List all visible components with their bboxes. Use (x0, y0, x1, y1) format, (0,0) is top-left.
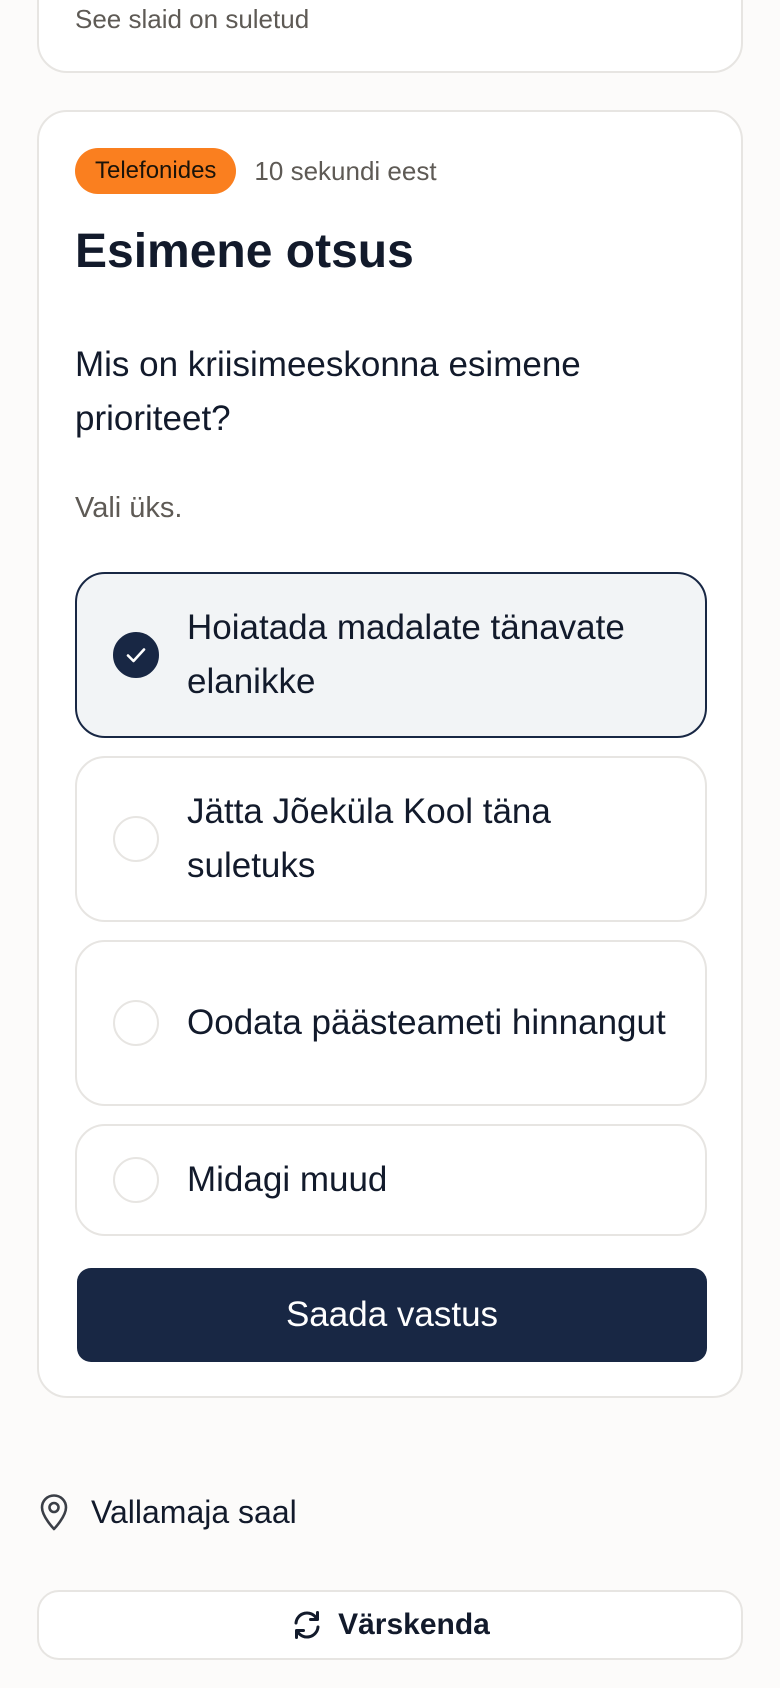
submit-answer-button[interactable]: Saada vastus (77, 1268, 707, 1362)
answer-option-label: Oodata päästeameti hinnangut (187, 1003, 666, 1042)
question-text: Mis on kriisimeeskonna esimene prioritee… (75, 345, 581, 438)
answer-option-label: Midagi muud (187, 1160, 388, 1199)
previous-slide-card: See slaid on suletud (37, 0, 743, 73)
page: See slaid on suletud Telefonides 10 seku… (0, 0, 780, 1688)
answer-option-label: Jätta Jõeküla Kool täna suletuks (187, 792, 551, 885)
status-badge: Telefonides (75, 148, 237, 194)
question-card: Telefonides 10 sekundi eest Esimene otsu… (37, 110, 743, 1398)
answer-option-4[interactable]: Midagi muud (75, 1124, 707, 1236)
answer-option-2[interactable]: Jätta Jõeküla Kool täna suletuks (75, 756, 707, 922)
slide-closed-text: See slaid on suletud (75, 4, 310, 34)
question-meta: Telefonides 10 sekundi eest (75, 148, 437, 194)
refresh-label: Värskenda (338, 1608, 490, 1641)
location-row: Vallamaja saal (37, 1490, 297, 1534)
answer-options: Hoiatada madalate tänavate elanikke Jätt… (75, 572, 707, 1236)
answer-option-3[interactable]: Oodata päästeameti hinnangut (75, 940, 707, 1106)
question-title: Esimene otsus (75, 225, 414, 278)
answer-option-1[interactable]: Hoiatada madalate tänavate elanikke (75, 572, 707, 738)
radio-unchecked-icon[interactable] (113, 1000, 159, 1046)
location-label: Vallamaja saal (91, 1493, 297, 1530)
map-pin-icon (40, 1494, 68, 1531)
refresh-button[interactable]: Värskenda (37, 1590, 743, 1660)
selection-hint: Vali üks. (75, 492, 183, 524)
radio-unchecked-icon[interactable] (113, 1157, 159, 1203)
checkmark-icon (126, 648, 146, 663)
answer-option-label: Hoiatada madalate tänavate elanikke (187, 608, 625, 701)
radio-unchecked-icon[interactable] (113, 816, 159, 862)
refresh-icon (294, 1611, 320, 1639)
radio-checked-icon[interactable] (113, 632, 159, 678)
timestamp: 10 sekundi eest (254, 155, 437, 186)
